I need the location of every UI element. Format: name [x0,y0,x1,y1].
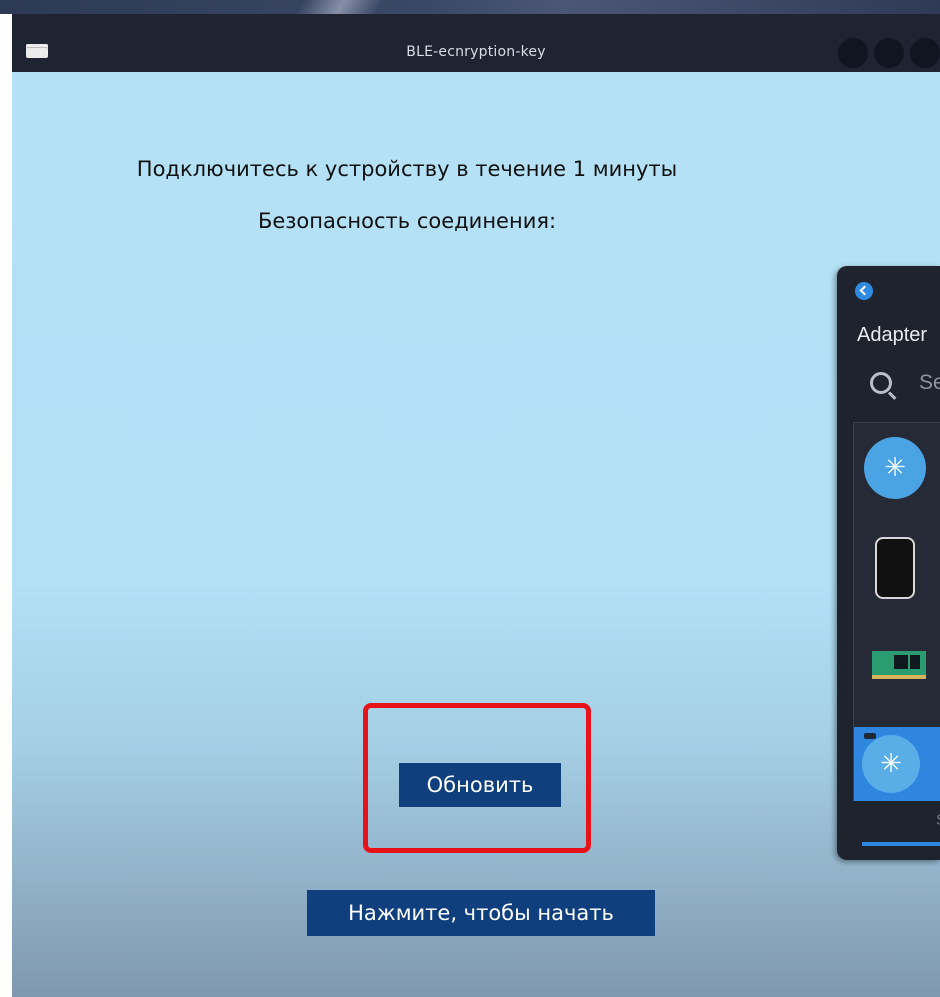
back-icon[interactable] [855,282,873,300]
bluetooth-icon: ✳ [862,735,920,793]
highlight-box [363,703,591,853]
search-input[interactable]: Se [919,371,940,395]
start-button[interactable]: Нажмите, чтобы начать [307,890,655,936]
list-item[interactable] [854,517,940,611]
desktop-background [0,0,940,14]
app-window: BLE-ecnryption-key Подключитесь к устрой… [12,14,940,997]
tab-indicator [862,842,940,846]
minimize-button[interactable] [838,38,868,68]
bluetooth-icon: ✳ [864,437,926,499]
phone-icon [875,537,915,599]
window-titlebar[interactable]: BLE-ecnryption-key [12,14,940,72]
list-item[interactable] [854,611,940,705]
panel-title: Adapter [857,324,928,346]
key-icon [864,733,876,739]
list-item[interactable]: ✳ [854,423,940,517]
tab-label[interactable]: S [936,812,940,830]
window-content: Подключитесь к устройству в течение 1 ми… [12,72,940,997]
maximize-button[interactable] [874,38,904,68]
list-item-selected[interactable]: ✳ [854,727,940,801]
close-button[interactable] [910,38,940,68]
window-title: BLE-ecnryption-key [406,44,546,60]
device-list: ✳ ✳ [853,422,940,801]
bluetooth-manager-panel: Adapter Se ✳ ✳ S [837,266,940,860]
connect-prompt: Подключитесь к устройству в течение 1 ми… [136,157,678,181]
sound-card-icon [872,651,926,679]
security-label: Безопасность соединения: [257,209,557,233]
desktop-wallpaper-streak [295,0,385,14]
search-icon [870,372,892,394]
